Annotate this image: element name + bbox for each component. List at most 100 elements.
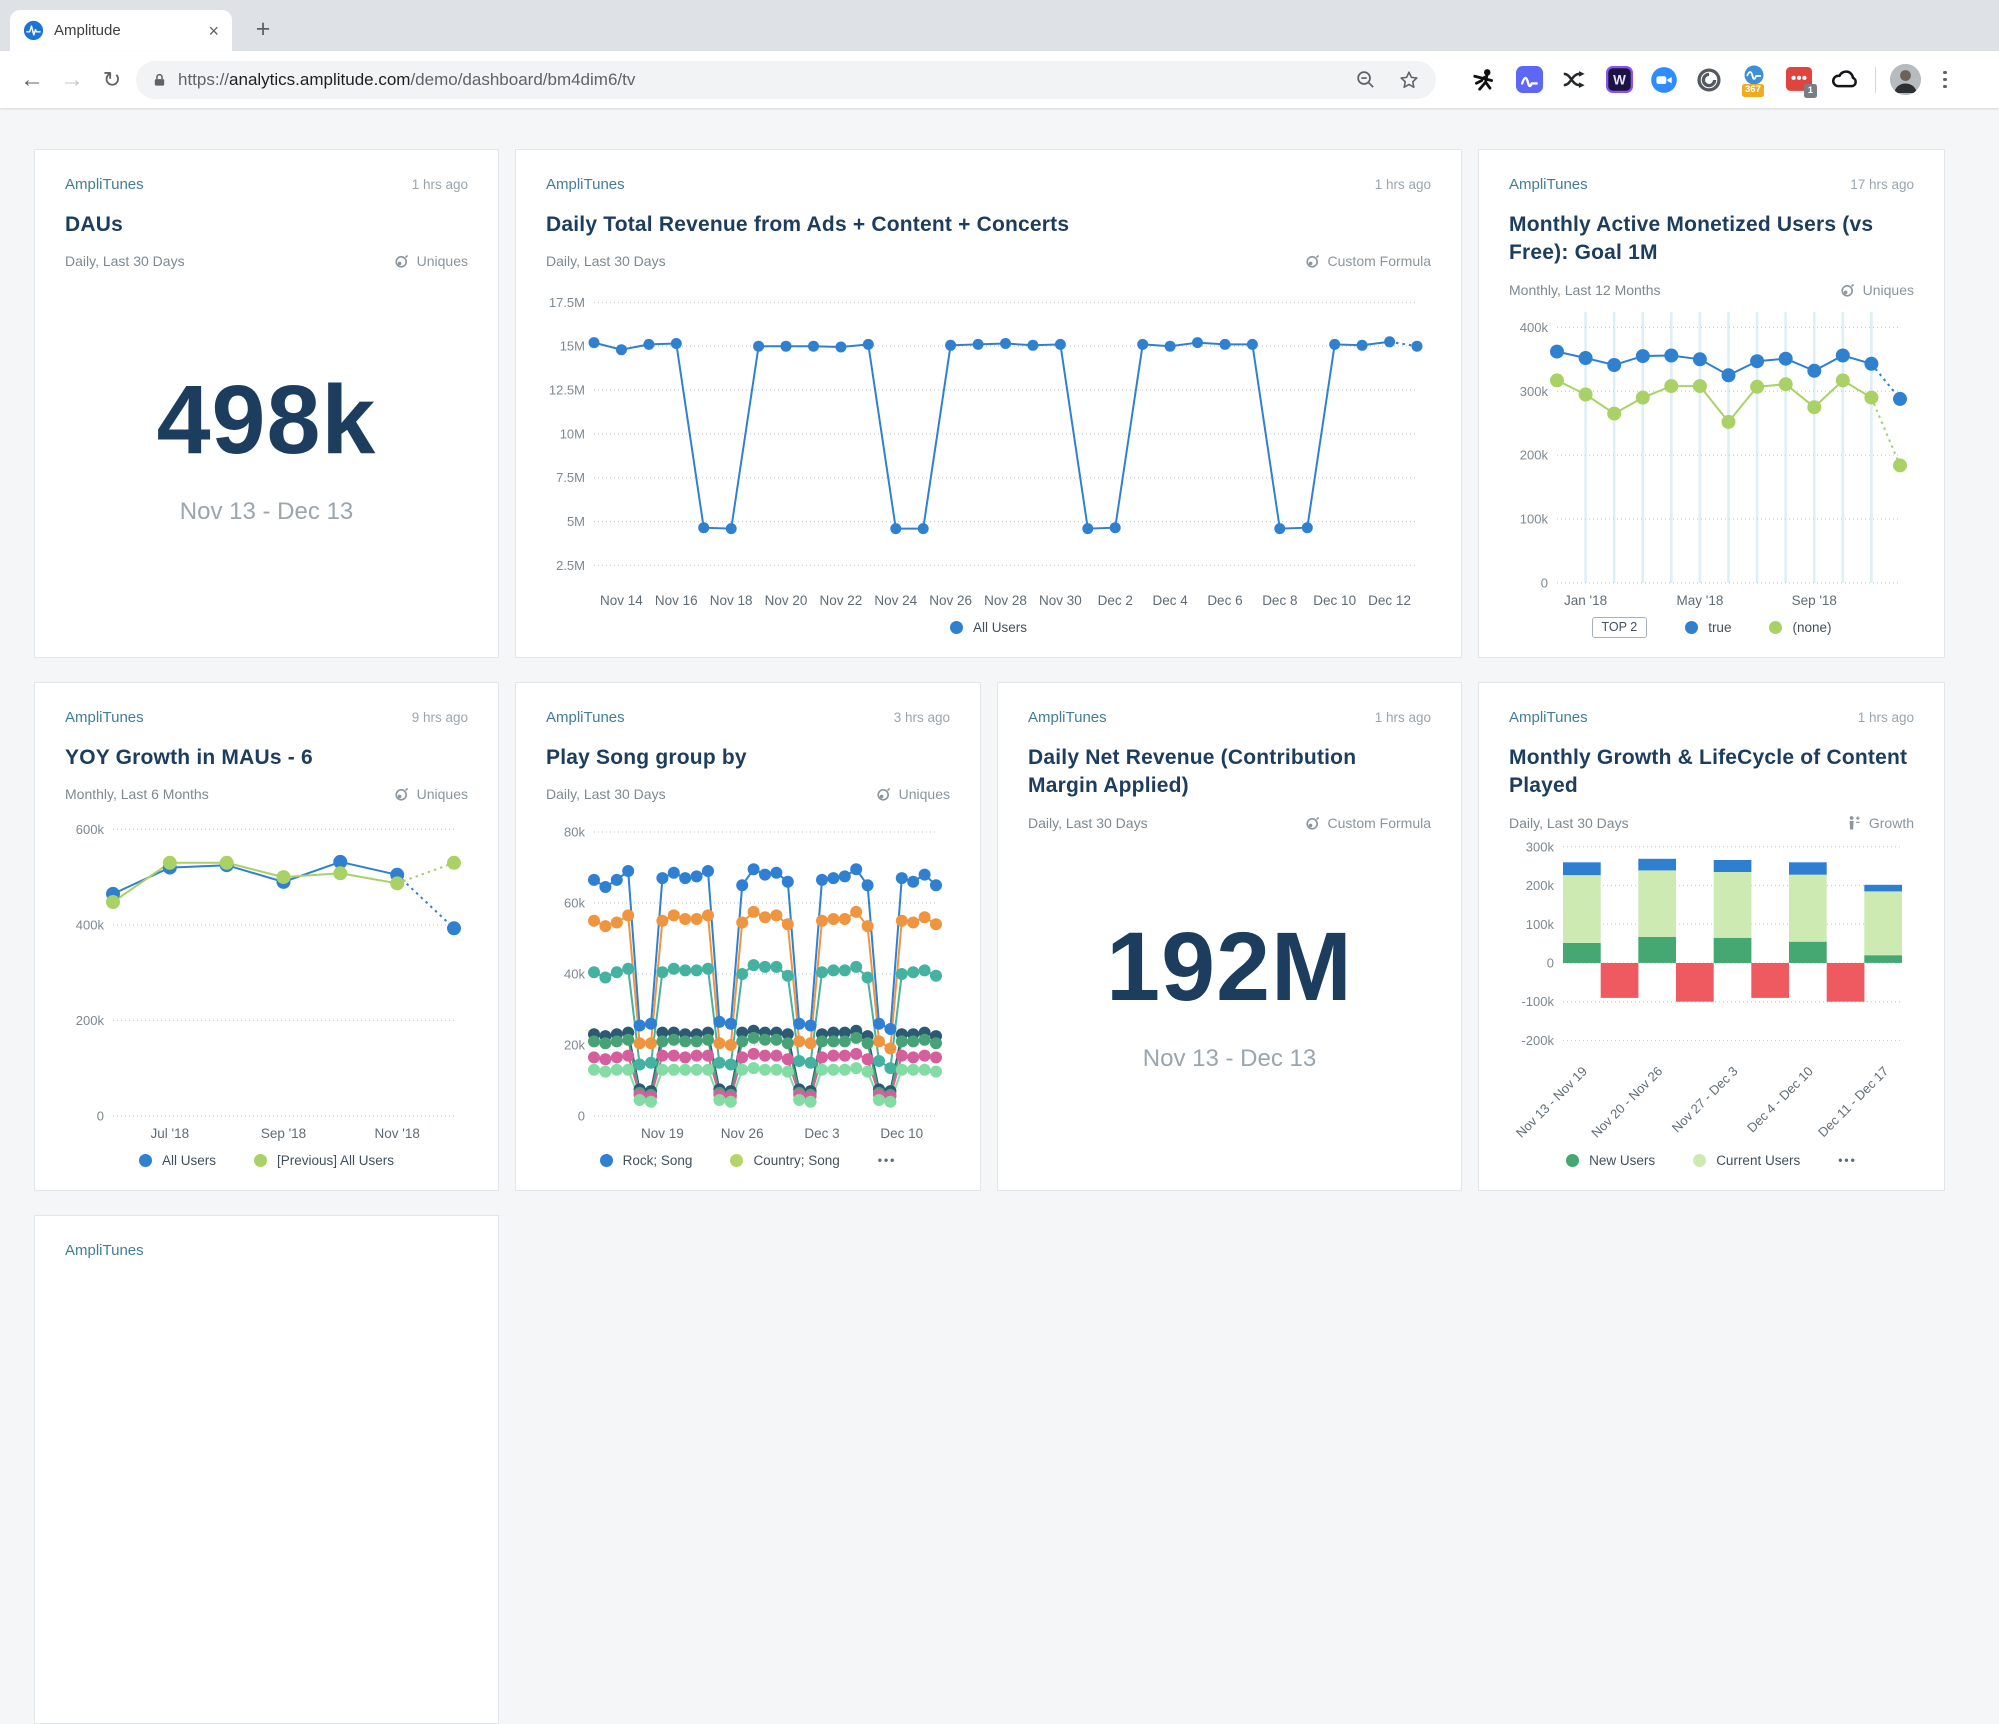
card-source-link[interactable]: AmpliTunes (65, 1242, 144, 1259)
legend-item[interactable]: All Users (950, 620, 1027, 635)
refresh-icon[interactable]: ↻ (92, 60, 132, 100)
svg-text:400k: 400k (76, 918, 105, 933)
svg-text:Sep '18: Sep '18 (1792, 593, 1837, 608)
legend-item[interactable]: true (1685, 620, 1731, 635)
card-metric-type[interactable]: Uniques (876, 786, 950, 802)
legend-item[interactable]: (none) (1769, 620, 1831, 635)
browser-tab-strip: Amplitude × + (0, 0, 1999, 51)
svg-text:Dec 4: Dec 4 (1152, 593, 1188, 608)
card-title: DAUs (65, 211, 468, 239)
card-monthly-growth-lifecycle: AmpliTunes1 hrs ago Monthly Growth & Life… (1478, 682, 1945, 1191)
card-source-link[interactable]: AmpliTunes (65, 709, 144, 726)
svg-text:200k: 200k (76, 1013, 105, 1028)
legend-item[interactable]: All Users (139, 1153, 216, 1168)
svg-text:40k: 40k (564, 967, 585, 982)
amplitude-badge-extension-icon[interactable]: 367 (1739, 65, 1769, 95)
line-chart[interactable]: 020k40k60k80kNov 19Nov 26Dec 3Dec 10 (546, 804, 950, 1146)
line-chart[interactable]: 0100k200k300k400kJan '18May '18Sep '18 (1509, 300, 1914, 613)
card-interval-label: Monthly, Last 6 Months (65, 786, 209, 802)
card-metric-type[interactable]: Custom Formula (1305, 253, 1431, 269)
legend-item[interactable]: Current Users (1693, 1153, 1800, 1168)
svg-text:Dec 4 - Dec 10: Dec 4 - Dec 10 (1744, 1063, 1816, 1135)
w-extension-icon[interactable]: W (1604, 65, 1634, 95)
card-source-link[interactable]: AmpliTunes (546, 176, 625, 193)
svg-text:100k: 100k (1520, 511, 1549, 526)
custom-formula-icon (1305, 253, 1321, 269)
svg-text:80k: 80k (564, 825, 585, 840)
cloud-extension-icon[interactable] (1829, 65, 1859, 95)
legend-dot (254, 1154, 267, 1167)
url-bar[interactable]: https://analytics.amplitude.com/demo/das… (136, 61, 1436, 99)
dashboard: AmpliTunes1 hrs agoDAUsDaily, Last 30 Da… (0, 108, 1999, 1724)
back-icon[interactable]: ← (12, 60, 52, 100)
card-daus: AmpliTunes1 hrs agoDAUsDaily, Last 30 Da… (34, 149, 499, 658)
svg-text:Dec 12: Dec 12 (1368, 593, 1411, 608)
shuffle-extension-icon[interactable] (1559, 65, 1589, 95)
legend-item[interactable]: New Users (1566, 1153, 1655, 1168)
legend-dot (1566, 1154, 1579, 1167)
amplitude-extension-icon[interactable] (1514, 65, 1544, 95)
zoom-out-icon[interactable] (1355, 69, 1376, 90)
big-number-value: 192M (1106, 918, 1353, 1015)
legend-more-icon[interactable]: ••• (1838, 1153, 1857, 1167)
bookmark-star-icon[interactable] (1398, 69, 1420, 91)
browser-menu-icon[interactable] (1933, 71, 1957, 89)
card-title: Monthly Growth & LifeCycle of Content Pl… (1509, 744, 1914, 801)
svg-text:100k: 100k (1526, 916, 1555, 931)
extension-badge-367: 367 (1742, 84, 1764, 96)
svg-text:Nov 16: Nov 16 (655, 593, 698, 608)
big-number-range: Nov 13 - Dec 13 (180, 498, 353, 526)
line-chart[interactable]: 2.5M5M7.5M10M12.5M15M17.5MNov 14Nov 16No… (546, 271, 1431, 613)
card-source-link[interactable]: AmpliTunes (1028, 709, 1107, 726)
password-manager-extension-icon[interactable]: 1 (1784, 65, 1814, 95)
tab-close-icon[interactable]: × (208, 22, 219, 40)
video-call-extension-icon[interactable] (1649, 65, 1679, 95)
legend-item[interactable]: [Previous] All Users (254, 1153, 394, 1168)
chart-legend: TOP 2true(none) (1509, 613, 1914, 641)
ninja-extension-icon[interactable] (1469, 65, 1499, 95)
svg-text:Nov 27 - Dec 3: Nov 27 - Dec 3 (1669, 1063, 1741, 1135)
legend-more-icon[interactable]: ••• (878, 1153, 897, 1167)
card-metric-label: Custom Formula (1328, 253, 1431, 269)
legend-label: Current Users (1716, 1153, 1800, 1168)
spiral-extension-icon[interactable] (1694, 65, 1724, 95)
svg-text:Nov 20 - Nov 26: Nov 20 - Nov 26 (1588, 1063, 1665, 1140)
legend-item[interactable]: Rock; Song (600, 1153, 693, 1168)
forward-icon[interactable]: → (52, 60, 92, 100)
card-header: AmpliTunes3 hrs ago (546, 709, 950, 726)
new-tab-button[interactable]: + (248, 14, 278, 44)
svg-text:W: W (1613, 73, 1626, 88)
card-source-link[interactable]: AmpliTunes (65, 176, 144, 193)
browser-tab[interactable]: Amplitude × (10, 10, 232, 51)
card-updated-time: 1 hrs ago (412, 177, 468, 192)
legend-dot (139, 1154, 152, 1167)
legend-label: Rock; Song (623, 1153, 693, 1168)
legend-item[interactable]: Country; Song (730, 1153, 839, 1168)
card-header: AmpliTunes1 hrs ago (1509, 709, 1914, 726)
card-metric-label: Uniques (1863, 282, 1914, 298)
browser-toolbar: ← → ↻ https://analytics.amplitude.com/de… (0, 51, 1999, 108)
svg-text:Dec 10: Dec 10 (880, 1126, 923, 1141)
amplitude-favicon (23, 20, 44, 41)
svg-text:Dec 2: Dec 2 (1098, 593, 1133, 608)
card-source-link[interactable]: AmpliTunes (1509, 709, 1588, 726)
growth-chart[interactable]: -200k-100k0100k200k300kNov 13 - Nov 19No… (1509, 833, 1914, 1146)
card-metric-type[interactable]: Growth (1846, 815, 1914, 831)
card-header: AmpliTunes1 hrs ago (546, 176, 1431, 193)
svg-text:Jan '18: Jan '18 (1564, 593, 1607, 608)
card-play-song-group-by: AmpliTunes3 hrs agoPlay Song group byDai… (515, 682, 981, 1191)
line-chart[interactable]: 0200k400k600kJul '18Sep '18Nov '18 (65, 804, 468, 1146)
svg-text:Nov 13 - Nov 19: Nov 13 - Nov 19 (1513, 1063, 1590, 1140)
card-metric-type[interactable]: Uniques (394, 786, 468, 802)
card-metric-label: Growth (1869, 815, 1914, 831)
profile-avatar[interactable] (1890, 64, 1921, 95)
chart-legend: New Users Current Users ••• (1509, 1146, 1914, 1174)
card-meta-row: Daily, Last 30 DaysCustom Formula (546, 253, 1431, 269)
svg-text:-200k: -200k (1521, 1033, 1554, 1048)
svg-text:Dec 6: Dec 6 (1207, 593, 1242, 608)
card-source-link[interactable]: AmpliTunes (1509, 176, 1588, 193)
legend-dot (950, 621, 963, 634)
url-scheme: https:// (178, 70, 229, 89)
card-source-link[interactable]: AmpliTunes (546, 709, 625, 726)
card-metric-type[interactable]: Uniques (1840, 282, 1914, 298)
